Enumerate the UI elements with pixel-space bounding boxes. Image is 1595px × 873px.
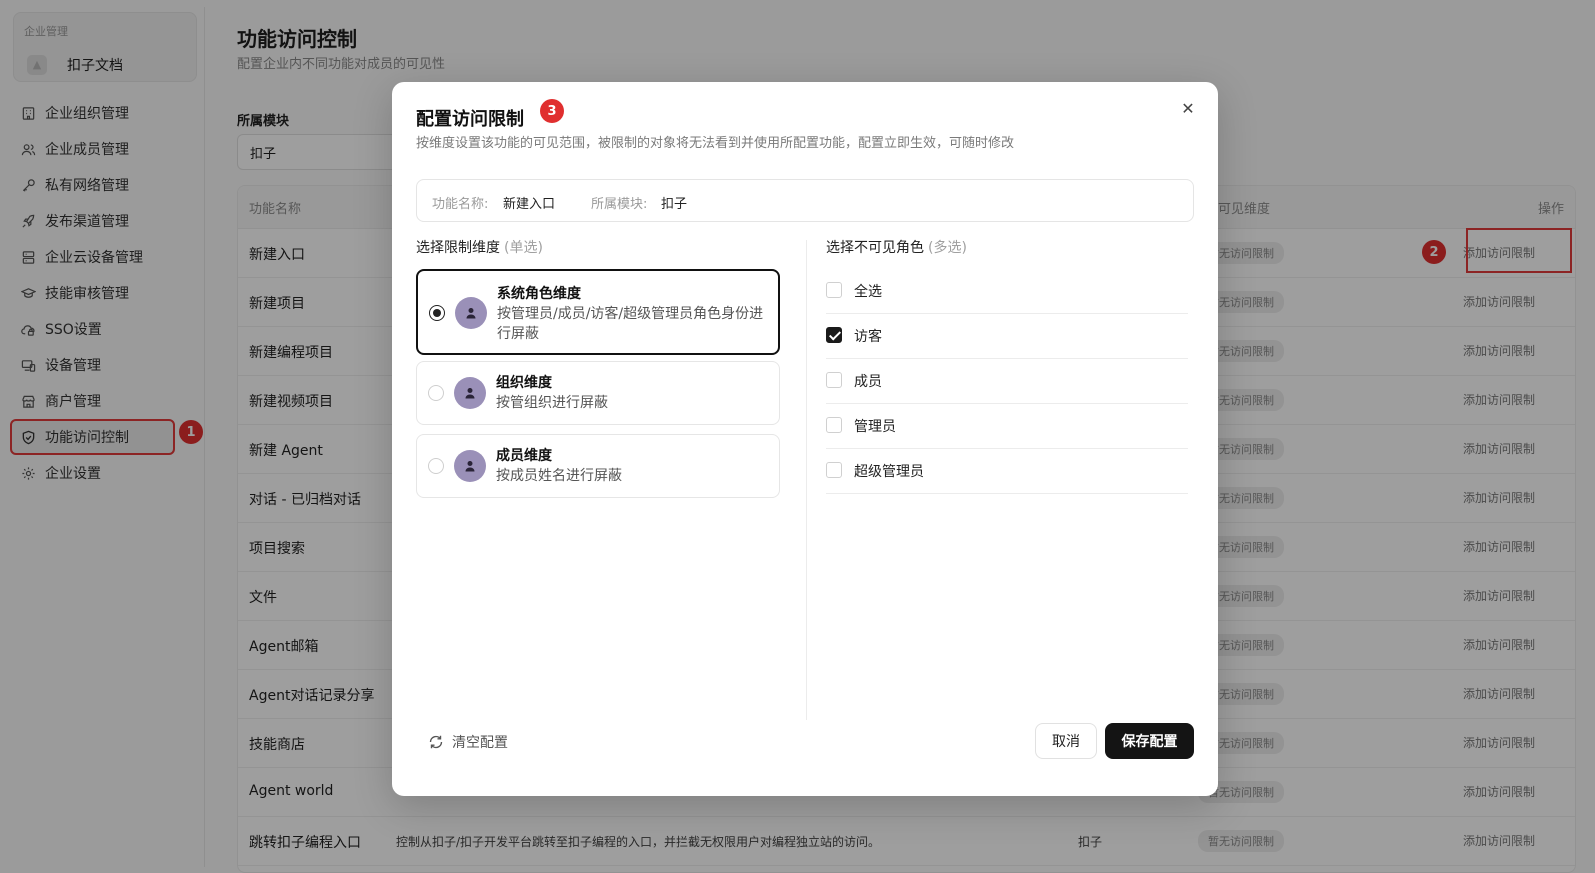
checkbox[interactable]	[826, 462, 842, 478]
checkbox[interactable]	[826, 372, 842, 388]
step-badge-3: 3	[540, 99, 564, 123]
role-label: 全选	[854, 284, 882, 300]
reset-label: 清空配置	[452, 735, 508, 751]
refresh-icon	[429, 735, 443, 749]
dimension-option-member[interactable]: 成员维度 按成员姓名进行屏蔽	[416, 434, 780, 498]
user-avatar-icon	[454, 377, 486, 409]
roles-title-text: 选择不可见角色	[826, 240, 924, 256]
role-label: 管理员	[854, 419, 896, 435]
option-title: 组织维度	[496, 375, 552, 391]
dialog-title: 配置访问限制	[416, 109, 524, 130]
option-description: 按管组织进行屏蔽	[496, 395, 608, 411]
dimension-section-title: 选择限制维度 (单选)	[416, 237, 543, 257]
role-label: 超级管理员	[854, 464, 924, 480]
dimension-option-org[interactable]: 组织维度 按管组织进行屏蔽	[416, 361, 780, 425]
radio-unselected[interactable]	[428, 458, 444, 474]
roles-title-hint: (多选)	[928, 240, 967, 256]
role-option-member[interactable]: 成员	[826, 359, 1188, 404]
dimension-title-text: 选择限制维度	[416, 240, 500, 256]
user-avatar-icon	[454, 450, 486, 482]
info-name-value: 新建入口	[503, 197, 556, 212]
role-option-visitor[interactable]: 访客	[826, 314, 1188, 359]
user-avatar-icon	[455, 297, 487, 329]
option-title: 成员维度	[496, 448, 552, 464]
role-option-select-all[interactable]: 全选	[826, 269, 1188, 314]
feature-info-box: 功能名称: 新建入口 所属模块: 扣子	[416, 179, 1194, 222]
cancel-button[interactable]: 取消	[1035, 723, 1097, 759]
dialog-subtitle: 按维度设置该功能的可见范围，被限制的对象将无法看到并使用所配置功能，配置立即生效…	[416, 136, 1015, 151]
role-option-admin[interactable]: 管理员	[826, 404, 1188, 449]
column-divider	[806, 240, 807, 720]
option-title: 系统角色维度	[497, 286, 581, 302]
save-config-button[interactable]: 保存配置	[1105, 723, 1194, 759]
reset-config-button[interactable]: 清空配置	[428, 732, 508, 752]
checkbox[interactable]	[826, 282, 842, 298]
info-module-value: 扣子	[661, 197, 688, 212]
info-module-key: 所属模块:	[591, 197, 648, 212]
checkbox-checked[interactable]	[826, 327, 842, 343]
role-option-super-admin[interactable]: 超级管理员	[826, 449, 1188, 494]
option-description: 按成员姓名进行屏蔽	[496, 468, 622, 484]
option-description: 按管理员/成员/访客/超级管理员角色身份进行屏蔽	[497, 306, 764, 342]
radio-selected[interactable]	[429, 305, 445, 321]
checkbox[interactable]	[826, 417, 842, 433]
info-name-key: 功能名称:	[432, 197, 489, 212]
close-icon[interactable]: ✕	[1178, 98, 1198, 118]
radio-unselected[interactable]	[428, 385, 444, 401]
role-label: 访客	[854, 329, 882, 345]
roles-section-title: 选择不可见角色 (多选)	[826, 237, 967, 257]
dimension-option-role[interactable]: 系统角色维度 按管理员/成员/访客/超级管理员角色身份进行屏蔽	[416, 269, 780, 355]
access-restriction-dialog: 配置访问限制 3 按维度设置该功能的可见范围，被限制的对象将无法看到并使用所配置…	[392, 82, 1218, 796]
role-label: 成员	[854, 374, 882, 390]
dimension-title-hint: (单选)	[504, 240, 543, 256]
